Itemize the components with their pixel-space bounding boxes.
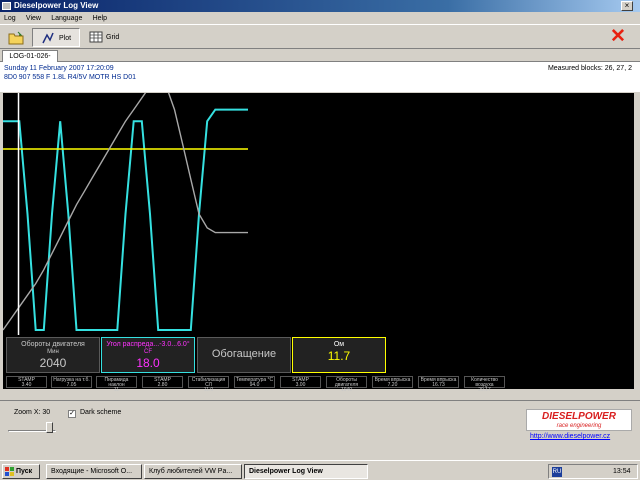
mini-gauge-value: 3.00 bbox=[295, 382, 306, 388]
tab-row: LOG-01-026-027-002.CSV bbox=[0, 50, 640, 71]
gauge-label: Обороты двигателя bbox=[21, 341, 85, 348]
menu-language[interactable]: Language bbox=[47, 13, 86, 24]
mini-gauge[interactable]: STAMP 2.80 bbox=[142, 376, 183, 388]
mini-gauge[interactable]: STAMP 3.00 bbox=[280, 376, 321, 388]
grid-button[interactable]: Grid bbox=[86, 28, 134, 47]
menu-bar: Log View Language Help bbox=[0, 12, 640, 23]
menu-help[interactable]: Help bbox=[89, 13, 111, 24]
start-button[interactable]: Пуск bbox=[2, 464, 40, 479]
mini-gauge-value: 16.73 bbox=[432, 382, 445, 388]
clock: 13:54 bbox=[613, 468, 631, 475]
mini-gauge[interactable]: Температура °C 94.0 bbox=[234, 376, 275, 388]
mini-gauge-value: 1940 bbox=[340, 387, 353, 393]
mini-gauge-value: 3.40 bbox=[21, 382, 32, 388]
mini-gauge[interactable]: Нагрузка на т.б. 7.05 bbox=[51, 376, 92, 388]
grid-icon bbox=[89, 31, 103, 43]
gauge-value: Обогащение bbox=[211, 348, 277, 360]
start-label: Пуск bbox=[16, 468, 33, 475]
gauge-cam-angle[interactable]: Угол распреда...-3.0...6.0° CF 18.0 bbox=[101, 337, 195, 373]
windows-logo-icon bbox=[5, 467, 14, 476]
gauge-ohm[interactable]: Ом 11.7 bbox=[292, 337, 386, 373]
gauge-value: 11.7 bbox=[327, 349, 351, 363]
series-cyan-line bbox=[3, 108, 248, 331]
taskbar-outlook[interactable]: Входящие - Microsoft O... bbox=[46, 464, 142, 479]
tab-log-file[interactable]: LOG-01-026-027-002.CSV bbox=[2, 50, 58, 71]
logo-main-text: DIESELPOWER bbox=[542, 411, 616, 422]
taskbar-browser[interactable]: Клуб любителей VW Pa... bbox=[144, 464, 242, 479]
toolbar: Plot Grid ✕ bbox=[0, 24, 640, 49]
mini-gauge[interactable]: Стабилизация СЛ 11.0 bbox=[188, 376, 229, 393]
mini-gauge-value: 2.80 bbox=[157, 382, 168, 388]
mini-gauge-value: 94.0 bbox=[249, 382, 260, 388]
plot-label: Plot bbox=[59, 35, 72, 42]
zoom-thumb[interactable] bbox=[46, 422, 53, 433]
taskbar-log-view[interactable]: Dieselpower Log View bbox=[244, 464, 368, 479]
measured-blocks: Measured blocks: 26, 27, 2 bbox=[547, 65, 632, 72]
website-link[interactable]: http://www.dieselpower.cz bbox=[530, 433, 610, 440]
language-indicator[interactable]: RU bbox=[552, 467, 562, 477]
gauge-value: 2040 bbox=[39, 356, 67, 370]
menu-log[interactable]: Log bbox=[0, 13, 20, 24]
close-log-icon[interactable]: ✕ bbox=[610, 26, 626, 48]
grid-label: Grid bbox=[106, 34, 120, 41]
gauge-engine-speed[interactable]: Обороты двигателя Мин 2040 bbox=[6, 337, 100, 373]
ecu-id: 8D0 907 558 F 1.8L R4/5V MOTR HS D01 bbox=[4, 74, 137, 81]
mini-gauge[interactable]: Время впрыска 7.20 bbox=[372, 376, 413, 388]
plot-button[interactable]: Plot bbox=[32, 28, 80, 47]
menu-view[interactable]: View bbox=[22, 13, 45, 24]
window-title: Dieselpower Log View bbox=[14, 1, 99, 10]
mini-gauge-value: 11.0 bbox=[203, 387, 214, 393]
system-tray: RU 13:54 bbox=[548, 464, 638, 479]
bottom-panel: Zoom X: 30 ✓ Dark scheme DIESELPOWER rac… bbox=[0, 400, 640, 450]
log-date: Sunday 11 February 2007 17:20:09 bbox=[4, 65, 114, 72]
mini-gauge-value: 7.05 bbox=[66, 382, 77, 388]
zoom-label: Zoom X: 30 bbox=[14, 409, 51, 416]
gauge-unit: CF bbox=[144, 349, 152, 355]
gauge-label: Угол распреда...-3.0...6.0° bbox=[106, 341, 190, 348]
zoom-slider[interactable] bbox=[8, 421, 56, 435]
gauge-enrichment[interactable]: Обогащение bbox=[197, 337, 291, 373]
mini-gauge[interactable]: STAMP 3.40 bbox=[6, 376, 47, 388]
gauge-unit: Мин bbox=[47, 349, 59, 355]
mini-gauge[interactable]: Время впрыска 16.73 bbox=[418, 376, 459, 388]
taskbar: Пуск Входящие - Microsoft O... Клуб люби… bbox=[0, 460, 640, 480]
window-close-button[interactable]: × bbox=[621, 1, 633, 11]
plot-area[interactable] bbox=[2, 73, 634, 335]
window-title-bar: Dieselpower Log View bbox=[0, 0, 640, 12]
mini-gauge-strip: STAMP 3.40 Нагрузка на т.б. 7.05 Пирамида … bbox=[3, 375, 634, 393]
mini-gauge[interactable]: Количество воздуха 29.17 bbox=[464, 376, 505, 393]
dark-scheme-label: Dark scheme bbox=[80, 409, 122, 416]
dieselpower-logo: DIESELPOWER race engineering bbox=[526, 409, 632, 431]
mini-gauge[interactable]: Обороты двигателя 1940 bbox=[326, 376, 367, 393]
gauge-value: 18.0 bbox=[136, 356, 160, 370]
mini-gauge-value: 7.20 bbox=[387, 382, 398, 388]
log-info-panel: Sunday 11 February 2007 17:20:09 8D0 907… bbox=[0, 62, 640, 92]
folder-icon bbox=[8, 31, 24, 45]
dark-scheme-checkbox[interactable]: ✓ bbox=[68, 410, 76, 418]
app-icon bbox=[2, 2, 11, 10]
plot-svg[interactable] bbox=[2, 73, 634, 335]
gauge-panel: Обороты двигателя Мин 2040 Угол распреда… bbox=[3, 335, 634, 375]
mini-gauge-value: 11 bbox=[113, 387, 120, 393]
logo-sub-text: race engineering bbox=[556, 423, 602, 429]
plot-icon bbox=[42, 32, 54, 44]
open-folder-button[interactable] bbox=[6, 28, 24, 47]
mini-gauge[interactable]: Пирамида наклон 11 bbox=[96, 376, 137, 393]
mini-gauge-value: 29.17 bbox=[478, 387, 491, 393]
gauge-label: Ом bbox=[333, 341, 345, 348]
